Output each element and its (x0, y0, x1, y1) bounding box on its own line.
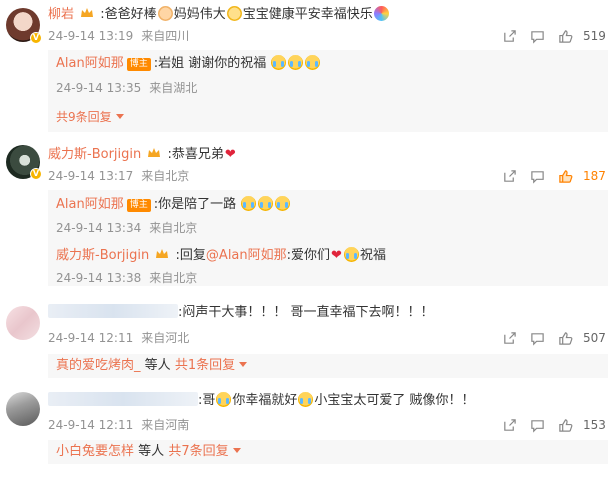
share-button[interactable] (495, 416, 523, 434)
reply-username[interactable]: 小白兔要怎样 (56, 444, 134, 459)
comment-button[interactable] (523, 416, 551, 434)
like-icon (558, 169, 572, 183)
comment-actions: 507 (495, 329, 607, 347)
reply-summary-text: 小白兔要怎样 等人 共7条回复 (56, 443, 241, 461)
comment-meta: 24-9-14 13:17 来自北京 (48, 169, 190, 183)
cry-emoji-icon (298, 392, 314, 407)
like-icon (558, 418, 572, 432)
like-icon (558, 331, 572, 345)
comment-actions: 519 (495, 27, 607, 45)
chevron-down-icon (239, 362, 248, 367)
comment-actions: 153 (495, 416, 607, 434)
comment-text: 威力斯-Borjigin :恭喜兄弟❤ (48, 147, 236, 162)
cry-emoji-icon (216, 392, 232, 407)
comment-icon (530, 332, 544, 346)
cry-emoji-icon (275, 196, 291, 211)
reply-username[interactable]: 真的爱吃烤肉_ (56, 358, 141, 373)
reply-text: 威力斯-Borjigin :回复@Alan阿如那:爱你们❤ 祝福 (56, 247, 386, 263)
cry-emoji-icon (288, 55, 304, 70)
blurred-username (48, 392, 198, 406)
reply-meta: 24-9-14 13:34 来自北京 (56, 221, 198, 235)
reply-username[interactable]: 威力斯-Borjigin (56, 248, 149, 263)
comment-item: V 柳岩 :爸爸好棒 妈妈伟大 宝宝健康平安幸福快乐 24-9-14 13:19 来自… (0, 0, 615, 135)
comment-item: :哥 你幸福就好 小宝宝太可爱了 贼像你！！ 24-9-14 12:11 来自河南 1… (0, 390, 615, 470)
comment-meta: 24-9-14 13:19 来自四川 (48, 28, 197, 44)
share-icon (503, 418, 516, 431)
chevron-down-icon (232, 448, 241, 453)
comment-button[interactable] (523, 27, 551, 45)
crown-icon (81, 8, 94, 17)
comment-icon (530, 170, 544, 184)
comment-text: :闷声干大事！！！ 哥一直幸福下去啊！！！ (48, 304, 434, 322)
blurred-username (48, 304, 178, 318)
like-count: 507 (583, 331, 606, 345)
comment-meta: 24-9-14 12:11 来自河北 (48, 331, 190, 345)
reply-username[interactable]: Alan阿如那 (56, 56, 124, 71)
like-button[interactable] (551, 27, 579, 45)
comment-username[interactable]: 柳岩 (48, 7, 74, 22)
comment-actions: 187 (495, 167, 607, 185)
cry-emoji-icon (271, 55, 287, 70)
comment-button[interactable] (523, 167, 551, 185)
author-badge: 博主 (126, 199, 151, 212)
like-button[interactable] (551, 416, 579, 434)
reply-meta: 24-9-14 13:38 来自北京 (56, 271, 198, 285)
comment-time: 24-9-14 13:19 (48, 29, 134, 43)
mention-link[interactable]: @Alan阿如那 (206, 248, 287, 263)
comment-text: 柳岩 :爸爸好棒 妈妈伟大 宝宝健康平安幸福快乐 (48, 6, 390, 24)
like-count: 519 (583, 29, 606, 43)
reply-text: Alan阿如那 博主:岩姐 谢谢你的祝福 (56, 55, 321, 73)
comment-item: :闷声干大事！！！ 哥一直幸福下去啊！！！ 24-9-14 12:11 来自河北 … (0, 302, 615, 380)
like-button[interactable] (551, 167, 579, 185)
avatar[interactable] (6, 392, 40, 426)
verified-badge: V (30, 32, 42, 44)
share-button[interactable] (495, 27, 523, 45)
comment-meta: 24-9-14 12:11 来自河南 (48, 418, 190, 432)
reply-text: Alan阿如那 博主:你是陪了一路 (56, 196, 291, 214)
like-count: 187 (583, 169, 606, 183)
author-badge: 博主 (126, 58, 151, 71)
share-icon (503, 331, 516, 344)
reply-summary: 小白兔要怎样 等人 共7条回复 (48, 440, 608, 464)
clap-emoji-icon (226, 6, 242, 21)
reply-username[interactable]: Alan阿如那 (56, 197, 124, 212)
chevron-down-icon (115, 114, 124, 119)
cry-emoji-icon (258, 196, 274, 211)
share-button[interactable] (495, 167, 523, 185)
crown-icon (156, 249, 169, 258)
cry-emoji-icon (343, 247, 359, 262)
more-replies-link[interactable]: 共7条回复 (168, 444, 241, 459)
like-icon (558, 29, 572, 43)
reply-list: Alan阿如那 博主:你是陪了一路 24-9-14 13:34 来自北京 威力斯-B… (48, 190, 608, 286)
cry-emoji-icon (241, 196, 257, 211)
like-count: 153 (583, 418, 606, 432)
verified-badge: V (30, 168, 42, 180)
comment-location: 来自四川 (141, 29, 190, 43)
heart-emoji-icon: ❤ (331, 248, 342, 263)
crown-icon (148, 148, 161, 157)
more-replies-link[interactable]: 共1条回复 (175, 358, 248, 373)
comment-icon (530, 30, 544, 44)
avatar[interactable] (6, 306, 40, 340)
more-replies-link[interactable]: 共9条回复 (56, 108, 124, 125)
share-button[interactable] (495, 329, 523, 347)
share-icon (503, 29, 516, 42)
reply-list: Alan阿如那 博主:岩姐 谢谢你的祝福 24-9-14 13:35 来自湖北 共9… (48, 50, 608, 132)
heart-emoji-icon: ❤ (224, 147, 236, 162)
comment-button[interactable] (523, 329, 551, 347)
reply-meta: 24-9-14 13:35 来自湖北 (56, 81, 198, 95)
share-icon (503, 169, 516, 182)
comment-item: V 威力斯-Borjigin :恭喜兄弟❤ 24-9-14 13:17 来自北京 … (0, 140, 615, 290)
comment-username[interactable]: 威力斯-Borjigin (48, 147, 141, 162)
reply-summary-text: 真的爱吃烤肉_ 等人 共1条回复 (56, 357, 248, 375)
cry-emoji-icon (305, 55, 321, 70)
like-button[interactable] (551, 329, 579, 347)
party-emoji-icon (373, 6, 389, 21)
reply-summary: 真的爱吃烤肉_ 等人 共1条回复 (48, 354, 608, 378)
comment-text: :哥 你幸福就好 小宝宝太可爱了 贼像你！！ (48, 392, 475, 410)
comment-icon (530, 419, 544, 433)
hand-emoji-icon (157, 6, 173, 21)
